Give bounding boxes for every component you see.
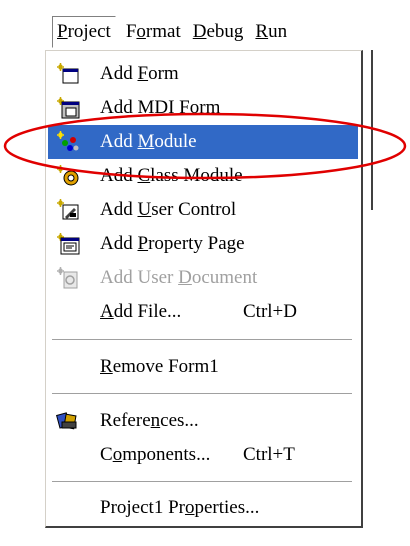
menu-item-label: Add Form [100,63,179,84]
menu-format-text: rmat [145,21,181,42]
add-mdi-form-icon [57,97,80,119]
menu-item-shortcut: Ctrl+T [243,444,295,465]
menu-format[interactable]: Format [122,17,185,47]
menu-debug[interactable]: Debug [189,17,248,47]
menu-item-add-user-document[interactable]: Add User Document [48,261,358,295]
menu-item-label: Add User Document [100,267,258,288]
menu-item-project-properties[interactable]: Project1 Properties... [48,491,358,525]
menu-item-label: Add Class Module [100,165,243,186]
menu-item-add-form[interactable]: Add Form [48,57,358,91]
menu-project-text: roject [67,21,111,42]
menu-bar: Project Format Debug Run [52,14,372,50]
window-edge [371,50,373,210]
menu-item-add-property-page[interactable]: Add Property Page [48,227,358,261]
menu-project-accel: P [57,21,68,42]
add-module-icon [57,131,79,151]
menu-item-add-file[interactable]: Add File... Ctrl+D [48,295,358,329]
add-property-page-icon [57,233,80,255]
menu-run-text: un [268,21,288,42]
menu-item-add-mdi-form[interactable]: Add MDI Form [48,91,358,125]
add-class-module-icon [57,165,79,186]
menu-item-label: References... [100,410,199,431]
menu-item-label: Add User Control [100,199,237,220]
menu-format-accel: o [136,21,146,42]
menu-project[interactable]: Project [52,16,116,48]
menu-item-remove-form[interactable]: Remove Form1 [48,350,358,384]
menu-debug-accel: D [192,21,207,42]
menu-item-label: Project1 Properties... [100,497,260,518]
menu-item-label: Add Property Page [100,233,245,254]
references-icon [56,412,77,430]
menu-item-references[interactable]: References... [48,404,358,438]
add-user-document-icon [57,267,78,289]
menu-item-label: Components... [100,444,211,465]
menu-item-label: Add Module [100,131,197,152]
menu-separator [52,393,352,395]
menu-run[interactable]: Run [251,17,291,47]
project-menu-popup: Add Form Add MDI Form Add Module Add Cla… [45,50,363,528]
add-user-control-icon [57,199,79,220]
menu-item-label: Remove Form1 [100,356,219,377]
menu-separator [52,481,352,483]
menu-item-add-user-control[interactable]: Add User Control [48,193,358,227]
menu-item-add-class-module[interactable]: Add Class Module [48,159,358,193]
menu-item-shortcut: Ctrl+D [243,301,297,322]
menu-run-accel: R [255,21,269,42]
menu-item-label: Add File... [100,301,182,322]
menu-item-add-module[interactable]: Add Module [48,125,358,159]
menu-format-text-pre: F [125,21,137,42]
add-form-icon [57,63,79,84]
menu-item-label: Add MDI Form [100,97,221,118]
menu-separator [52,339,352,341]
menu-item-components[interactable]: Components... Ctrl+T [48,438,358,472]
menu-debug-text: ebug [206,21,244,42]
